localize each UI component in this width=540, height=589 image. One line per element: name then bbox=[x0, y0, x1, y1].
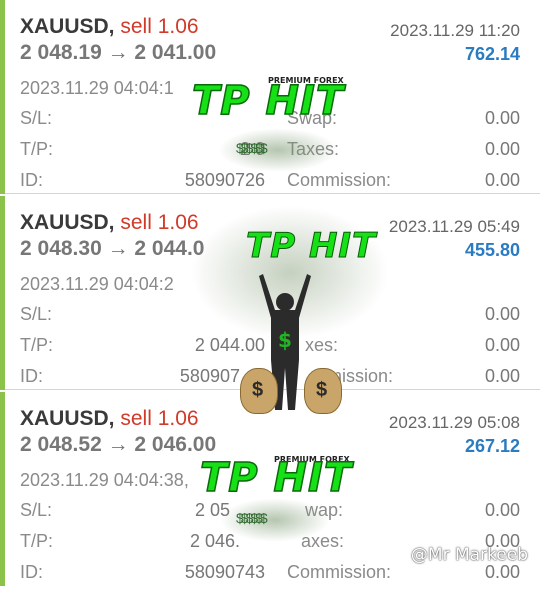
tp-value: 2 0 bbox=[239, 139, 265, 159]
taxes-label: Taxes: bbox=[287, 139, 340, 159]
id-label: ID: bbox=[20, 366, 44, 386]
trade-title: XAUUSD, sell 1.06 bbox=[20, 211, 199, 235]
swap-value: 0.00 bbox=[484, 304, 520, 324]
trade-row[interactable]: XAUUSD, sell 1.06 2023.11.29 11:20 2 048… bbox=[0, 0, 540, 194]
commission-value: 0.00 bbox=[484, 366, 520, 386]
open-time: 2023.11.29 04:04:38, bbox=[20, 470, 189, 490]
symbol: XAUUSD, bbox=[20, 211, 115, 234]
side-volume: sell 1.06 bbox=[120, 15, 199, 38]
trade-row[interactable]: XAUUSD, sell 1.06 2023.11.29 05:49 2 048… bbox=[0, 196, 540, 390]
commission-value: 0.00 bbox=[484, 562, 520, 582]
swap-value: 0.00 bbox=[484, 500, 520, 520]
close-time: 2023.11.29 05:08 bbox=[388, 413, 520, 432]
row-divider bbox=[5, 193, 540, 194]
id-value: 580907 bbox=[179, 366, 240, 386]
trade-title: XAUUSD, sell 1.06 bbox=[20, 407, 199, 431]
tp-label: T/P: bbox=[20, 335, 54, 355]
id-label: ID: bbox=[20, 562, 44, 582]
id-value: 58090726 bbox=[184, 170, 265, 190]
open-time: 2023.11.29 04:04:2 bbox=[20, 274, 174, 294]
price-move: 2 048.52 → 2 046.00 bbox=[20, 433, 217, 456]
sl-label: S/L: bbox=[20, 304, 53, 324]
tp-value: 2 044.00 bbox=[194, 335, 265, 355]
swap-value: 0.00 bbox=[484, 108, 520, 128]
price-move: 2 048.19 → 2 041.00 bbox=[20, 41, 217, 64]
swap-label: Swap: bbox=[287, 108, 338, 128]
taxes-label: xes: bbox=[305, 335, 339, 355]
symbol: XAUUSD, bbox=[20, 407, 115, 430]
taxes-value: 0.00 bbox=[484, 335, 520, 355]
price-move: 2 048.30 → 2 044.0 bbox=[20, 237, 205, 260]
commission-label: mission: bbox=[327, 366, 394, 386]
tp-label: T/P: bbox=[20, 531, 54, 551]
id-label: ID: bbox=[20, 170, 44, 190]
watermark: @Mr Markeeb bbox=[410, 545, 528, 565]
swap-label: wap: bbox=[305, 500, 344, 520]
close-time: 2023.11.29 05:49 bbox=[388, 217, 520, 236]
profit-value: 267.12 bbox=[464, 436, 520, 456]
symbol: XAUUSD, bbox=[20, 15, 115, 38]
tp-value: 2 046. bbox=[189, 531, 240, 551]
close-time: 2023.11.29 11:20 bbox=[390, 21, 520, 40]
id-value: 58090743 bbox=[184, 562, 265, 582]
trade-title: XAUUSD, sell 1.06 bbox=[20, 15, 199, 39]
side-volume: sell 1.06 bbox=[120, 211, 199, 234]
row-divider bbox=[5, 389, 540, 390]
tp-label: T/P: bbox=[20, 139, 54, 159]
commission-value: 0.00 bbox=[484, 170, 520, 190]
sl-label: S/L: bbox=[20, 500, 53, 520]
open-time: 2023.11.29 04:04:1 bbox=[20, 78, 174, 98]
sl-label: S/L: bbox=[20, 108, 53, 128]
trade-history-list: XAUUSD, sell 1.06 2023.11.29 11:20 2 048… bbox=[0, 0, 540, 589]
commission-label: Commission: bbox=[287, 562, 392, 582]
taxes-label: axes: bbox=[301, 531, 345, 551]
side-volume: sell 1.06 bbox=[120, 407, 199, 430]
commission-label: Commission: bbox=[287, 170, 392, 190]
profit-value: 455.80 bbox=[464, 240, 520, 260]
sl-value: 2 05 bbox=[194, 500, 230, 520]
taxes-value: 0.00 bbox=[484, 139, 520, 159]
profit-value: 762.14 bbox=[464, 44, 520, 64]
